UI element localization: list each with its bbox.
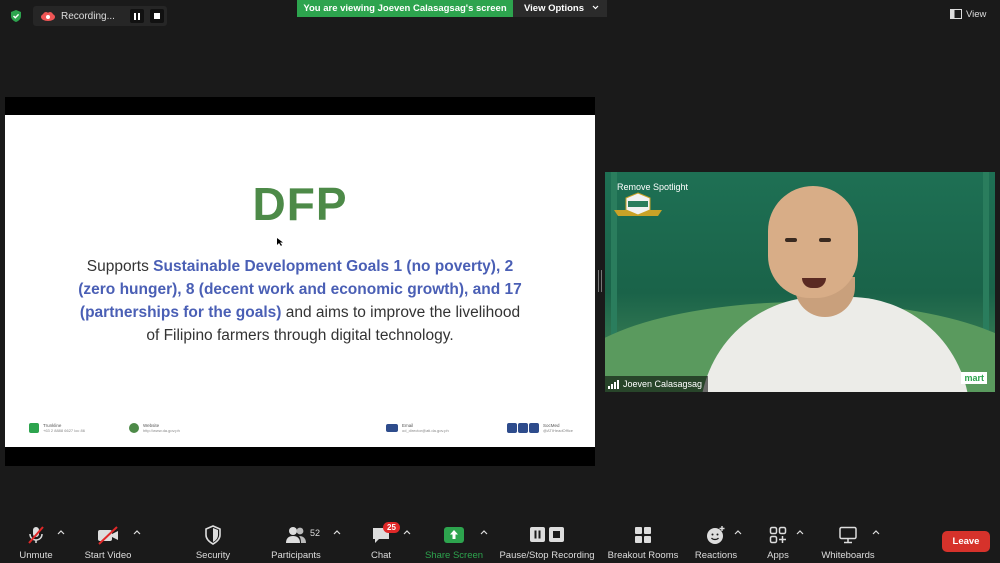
pause-recording-button[interactable]: [130, 9, 144, 23]
share-screen-label: Share Screen: [424, 550, 484, 561]
slide-footer-website: Website http://www.da.gov.ph: [129, 423, 180, 433]
slide-body-prefix: Supports: [86, 258, 154, 275]
microphone-muted-icon: [28, 526, 44, 544]
shared-screen: DFP Supports Sustainable Development Goa…: [5, 97, 595, 466]
audio-options-caret-icon[interactable]: [57, 529, 65, 535]
chat-options-caret-icon[interactable]: [403, 529, 411, 535]
share-screen-arrow-icon: [444, 527, 464, 543]
slide-title: DFP: [252, 178, 348, 230]
stop-icon: [154, 13, 160, 19]
social-media-icons: [507, 423, 539, 433]
breakout-rooms-button[interactable]: Breakout Rooms: [606, 518, 680, 563]
recording-indicator: Recording...: [33, 6, 167, 26]
breakout-rooms-grid-icon: [635, 527, 651, 543]
slide-footer-email: Email od_director@ati.da.gov.ph: [386, 423, 449, 433]
security-label: Security: [195, 550, 231, 561]
apps-button[interactable]: Apps: [763, 518, 793, 563]
video-camera-off-icon: [98, 526, 118, 545]
video-options-caret-icon[interactable]: [133, 529, 141, 535]
participant-name: Joeven Calasagsag: [623, 379, 703, 389]
whiteboards-options-caret-icon[interactable]: [872, 529, 880, 535]
participant-name-bar: Joeven Calasagsag: [605, 376, 709, 392]
brand-logo-text: mart: [961, 372, 987, 384]
slide-body: Supports Sustainable Development Goals 1…: [75, 255, 525, 347]
emoji-smile-icon: [707, 526, 725, 544]
share-screen-button[interactable]: Share Screen: [425, 518, 483, 563]
chevron-down-icon: [592, 5, 599, 10]
chat-unread-badge: 25: [383, 522, 400, 533]
chat-label: Chat: [370, 550, 392, 561]
participant-eye: [785, 238, 797, 242]
start-video-label: Start Video: [84, 550, 132, 561]
globe-icon: [129, 423, 139, 433]
apps-icon: [769, 526, 787, 544]
slide-footer-trunkline: Trunkline +63 2 8888 6627 loc 86: [29, 423, 85, 433]
unmute-button[interactable]: Unmute: [14, 518, 58, 563]
remove-spotlight-label[interactable]: Remove Spotlight: [617, 182, 688, 192]
pause-icon: [134, 12, 140, 20]
breakout-rooms-label: Breakout Rooms: [607, 550, 679, 561]
email-icon: [386, 424, 398, 432]
connection-signal-icon: [608, 379, 619, 389]
instagram-icon: [529, 423, 539, 433]
apps-label: Apps: [767, 550, 789, 561]
participants-options-caret-icon[interactable]: [333, 529, 341, 535]
footer-value: http://www.da.gov.ph: [143, 428, 180, 433]
start-video-button[interactable]: Start Video: [82, 518, 134, 563]
share-options-caret-icon[interactable]: [480, 529, 488, 535]
chat-button[interactable]: 25 Chat: [366, 518, 400, 563]
participant-video-tile[interactable]: Remove Spotlight mart Joeven Calasagsag: [605, 172, 995, 392]
facebook-icon: [507, 423, 517, 433]
meeting-toolbar: Unmute Start Video Security 52 Participa…: [0, 518, 1000, 563]
view-options-label: View Options: [524, 3, 585, 14]
recording-label: Recording...: [61, 10, 115, 22]
whiteboards-button[interactable]: Whiteboards: [818, 518, 878, 563]
security-shield-icon[interactable]: [9, 9, 23, 23]
pause-stop-recording-label: Pause/Stop Recording: [499, 550, 595, 561]
split-view-handle[interactable]: [598, 270, 602, 292]
reactions-button[interactable]: Reactions: [694, 518, 738, 563]
pause-stop-recording-icon: [530, 527, 564, 542]
footer-value: +63 2 8888 6627 loc 86: [43, 428, 85, 433]
footer-value: od_director@ati.da.gov.ph: [402, 428, 449, 433]
whiteboard-icon: [839, 526, 857, 544]
participants-icon: [286, 527, 306, 543]
presentation-slide: DFP Supports Sustainable Development Goa…: [5, 115, 595, 447]
apps-options-caret-icon[interactable]: [796, 529, 804, 535]
whiteboards-label: Whiteboards: [821, 550, 875, 561]
shield-icon: [205, 525, 221, 545]
view-options-button[interactable]: View Options: [513, 0, 607, 17]
reactions-label: Reactions: [694, 550, 738, 561]
pause-stop-recording-button[interactable]: Pause/Stop Recording: [498, 518, 596, 563]
participants-count: 52: [310, 528, 321, 538]
stop-recording-button[interactable]: [150, 9, 164, 23]
twitter-icon: [518, 423, 528, 433]
mouse-cursor-icon: [277, 238, 283, 246]
view-layout-button[interactable]: View: [950, 6, 992, 22]
leave-meeting-button[interactable]: Leave: [942, 531, 990, 552]
slide-footer-socmed: SocMed @ATIHeadOffice: [507, 423, 573, 433]
cloud-recording-icon: [41, 12, 55, 21]
phone-icon: [29, 423, 39, 433]
smart-agriculture-badge-logo: [614, 192, 662, 216]
view-label: View: [966, 8, 987, 20]
footer-value: @ATIHeadOffice: [543, 428, 573, 433]
participants-button[interactable]: 52 Participants: [268, 518, 324, 563]
viewing-screen-banner: You are viewing Joeven Calasagsag's scre…: [297, 0, 513, 17]
view-layout-icon: [950, 9, 962, 19]
participant-eye: [819, 238, 831, 242]
participants-label: Participants: [271, 550, 321, 561]
security-button[interactable]: Security: [193, 518, 233, 563]
unmute-label: Unmute: [19, 550, 53, 561]
reactions-options-caret-icon[interactable]: [734, 529, 742, 535]
